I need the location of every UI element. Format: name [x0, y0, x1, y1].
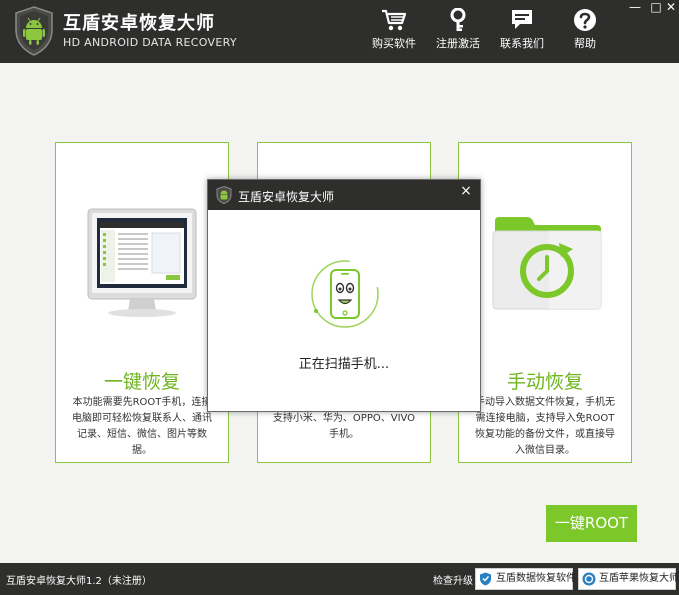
- minimize-button[interactable]: —: [626, 0, 644, 16]
- android-shield-icon: [216, 186, 232, 204]
- app-window: 互盾安卓恢复大师 HD ANDROID DATA RECOVERY 购买软件 注…: [0, 0, 679, 595]
- dialog-close-button[interactable]: ×: [458, 183, 474, 199]
- check-upgrade-link[interactable]: 检查升级: [433, 572, 473, 587]
- folder-clock-icon: [492, 217, 602, 310]
- close-button[interactable]: ✕: [662, 0, 679, 16]
- recover-icon: [582, 572, 596, 586]
- shield-icon: [480, 572, 491, 586]
- card-description: 手动导入数据文件恢复，手机无需连接电脑，支持导入免ROOT恢复功能的备份文件，或…: [475, 397, 615, 456]
- key-icon: [450, 8, 466, 31]
- cart-icon: [382, 9, 407, 31]
- scan-dialog: 互盾安卓恢复大师 × 正在扫描手机...: [207, 179, 481, 412]
- nav-help[interactable]: 帮助: [557, 8, 613, 56]
- version-text: 互盾安卓恢复大师1.2（未注册）: [6, 576, 152, 587]
- data-recovery-software-label: 互盾数据恢复软件: [496, 573, 576, 584]
- iphone-recovery-label: 互盾苹果恢复大师: [599, 573, 679, 584]
- monitor-icon: [87, 208, 197, 317]
- dialog-title: 互盾安卓恢复大师: [238, 190, 335, 204]
- nav-register[interactable]: 注册激活: [430, 8, 486, 56]
- nav-buy-label: 购买软件: [372, 37, 416, 50]
- nav-contact-label: 联系我们: [500, 37, 544, 50]
- card-title: 手动恢复: [506, 371, 583, 393]
- help-icon: [574, 9, 596, 31]
- phone-face-icon: [311, 260, 379, 328]
- data-recovery-software-button[interactable]: 互盾数据恢复软件: [475, 568, 576, 590]
- nav-buy-software[interactable]: 购买软件: [366, 8, 422, 56]
- android-shield-logo-icon: [14, 6, 54, 56]
- app-title: 互盾安卓恢复大师: [63, 13, 215, 34]
- card-manual-recovery[interactable]: 手动恢复 手动导入数据文件恢复，手机无需连接电脑，支持导入免ROOT恢复功能的备…: [458, 142, 632, 463]
- card-one-click-recovery[interactable]: 一键恢复 本功能需要先ROOT手机，连接电脑即可轻松恢复联系人、通讯记录、短信、…: [55, 142, 229, 463]
- one-click-root-button[interactable]: 一键ROOT: [546, 505, 637, 542]
- nav-register-label: 注册激活: [436, 37, 480, 50]
- header-bar: 互盾安卓恢复大师 HD ANDROID DATA RECOVERY 购买软件 注…: [0, 0, 679, 63]
- scan-status-text: 正在扫描手机...: [298, 357, 390, 372]
- nav-contact[interactable]: 联系我们: [494, 8, 550, 56]
- iphone-recovery-button[interactable]: 互盾苹果恢复大师: [578, 568, 679, 590]
- dialog-titlebar: 互盾安卓恢复大师 ×: [208, 180, 480, 210]
- card-description: 本功能需要先ROOT手机，连接电脑即可轻松恢复联系人、通讯记录、短信、微信、图片…: [72, 397, 212, 456]
- status-bar: 互盾安卓恢复大师1.2（未注册） 检查升级 互盾数据恢复软件 互盾苹果恢复大师: [0, 563, 679, 595]
- nav-help-label: 帮助: [574, 37, 596, 50]
- card-title: 一键恢复: [103, 371, 180, 393]
- chat-icon: [512, 10, 532, 29]
- app-subtitle: HD ANDROID DATA RECOVERY: [63, 36, 237, 49]
